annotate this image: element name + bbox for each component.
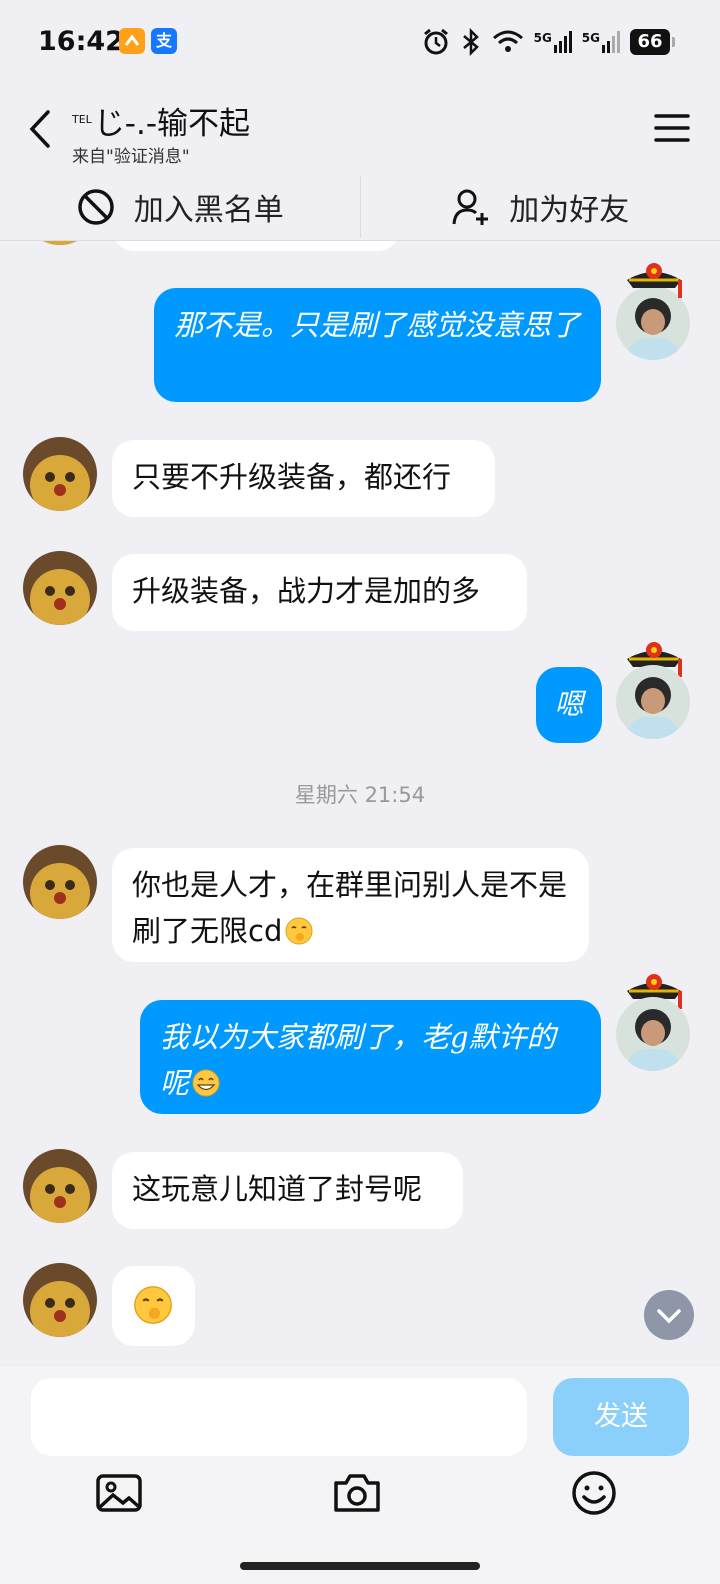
block-button[interactable]: 加入黑名单 xyxy=(0,174,360,240)
message-bubble-outgoing[interactable]: 那不是。只是刷了感觉没意思了 xyxy=(154,288,601,402)
status-time: 16:42 xyxy=(38,26,124,57)
back-button[interactable] xyxy=(22,104,62,154)
message-bubble-outgoing[interactable]: 我以为大家都刷了，老g默许的呢 xyxy=(140,1000,601,1114)
message-bubble-incoming[interactable]: 你也是人才，在群里问别人是不是刷了无限cd xyxy=(112,848,589,962)
contact-avatar[interactable] xyxy=(23,241,97,245)
wifi-icon xyxy=(492,30,523,52)
network-type-1: 5G xyxy=(533,31,552,45)
alipay-icon: 支 xyxy=(151,28,177,54)
contact-avatar[interactable] xyxy=(23,551,97,625)
image-icon xyxy=(96,1474,142,1512)
hamburger-menu-icon xyxy=(654,114,690,142)
contact-avatar[interactable] xyxy=(23,437,97,511)
emoji-button[interactable] xyxy=(568,1467,620,1519)
contact-source: 来自"验证消息" xyxy=(72,147,190,167)
message-bubble-incoming[interactable]: 升级装备，战力才是加的多 xyxy=(112,554,527,631)
message-bubble-outgoing[interactable]: 嗯 xyxy=(536,667,602,743)
home-indicator[interactable] xyxy=(240,1562,480,1570)
network-type-2: 5G xyxy=(581,31,600,45)
contact-avatar[interactable] xyxy=(23,1149,97,1223)
composer-bar: 发送 xyxy=(0,1367,720,1584)
status-bar: 16:42 支 5G 5G 66 xyxy=(0,0,720,84)
title-prefix: TEL xyxy=(72,112,92,126)
message-bubble-partial[interactable] xyxy=(112,241,400,251)
app-notification-icon xyxy=(119,28,145,54)
self-avatar[interactable] xyxy=(616,997,690,1071)
alarm-icon xyxy=(423,28,448,55)
contact-name: TELじ-.-输不起 xyxy=(72,98,250,143)
chat-messages[interactable]: 那不是。只是刷了感觉没意思了 只要不升级装备，都还行 升级装备，战力才是加的多 … xyxy=(0,241,720,1367)
laughing-emoji-icon xyxy=(134,1286,172,1324)
contact-avatar[interactable] xyxy=(23,1263,97,1337)
message-bubble-incoming[interactable]: 这玩意儿知道了封号呢 xyxy=(112,1152,463,1229)
back-chevron-icon xyxy=(29,110,50,148)
block-icon xyxy=(78,189,114,225)
camera-icon xyxy=(334,1474,380,1512)
chat-header: TELじ-.-输不起 来自"验证消息" xyxy=(0,84,720,174)
bluetooth-icon xyxy=(462,28,479,56)
title-text: じ-.-输不起 xyxy=(93,106,251,142)
send-button[interactable]: 发送 xyxy=(553,1378,689,1456)
image-button[interactable] xyxy=(93,1467,145,1519)
grinning-emoji-icon xyxy=(192,1069,220,1097)
menu-button[interactable] xyxy=(652,108,692,148)
crown-decoration-icon xyxy=(627,263,682,298)
contact-avatar[interactable] xyxy=(23,845,97,919)
signal-2-icon: 5G xyxy=(582,31,620,53)
signal-1-icon: 5G xyxy=(534,31,572,53)
message-bubble-incoming[interactable]: 只要不升级装备，都还行 xyxy=(112,440,495,517)
self-avatar[interactable] xyxy=(616,665,690,739)
time-separator: 星期六 21:54 xyxy=(294,783,426,807)
camera-button[interactable] xyxy=(331,1467,383,1519)
add-friend-label: 加为好友 xyxy=(509,193,630,228)
add-user-icon xyxy=(452,189,489,225)
emoji-icon xyxy=(572,1471,616,1515)
action-bar: 加入黑名单 加为好友 xyxy=(0,174,720,241)
scroll-to-bottom-button[interactable] xyxy=(644,1290,694,1340)
scroll-down-icon xyxy=(657,1309,681,1324)
add-friend-button[interactable]: 加为好友 xyxy=(361,174,720,240)
message-bubble-incoming[interactable] xyxy=(112,1266,195,1346)
message-text: 你也是人才，在群里问别人是不是刷了无限cd xyxy=(132,868,568,948)
message-input[interactable] xyxy=(31,1378,527,1456)
block-label: 加入黑名单 xyxy=(133,193,284,228)
laughing-emoji-icon xyxy=(285,917,313,945)
battery-indicator: 66 xyxy=(630,29,675,55)
status-icons: 5G 5G 66 xyxy=(422,26,675,58)
